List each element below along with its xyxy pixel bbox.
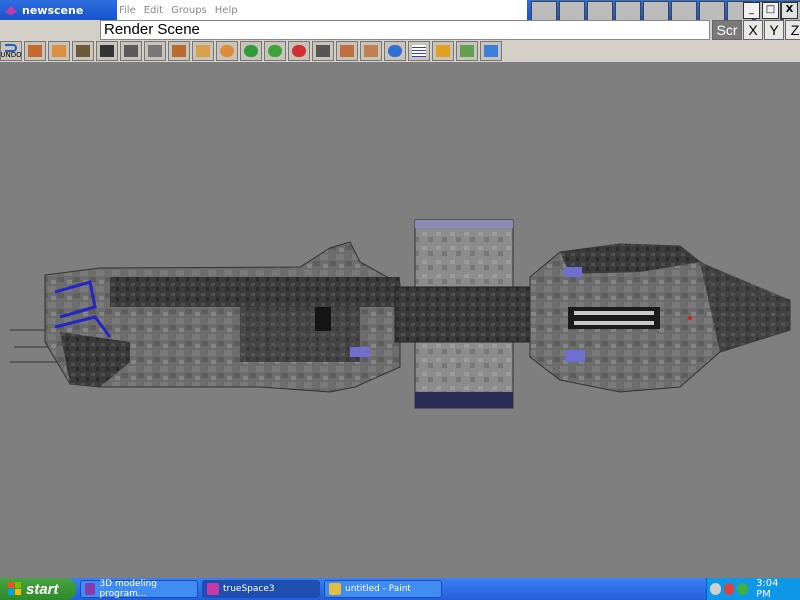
bucket-icon[interactable] [699, 1, 725, 21]
paint-tool-button[interactable] [72, 41, 94, 61]
task-truespace[interactable]: trueSpace3 [202, 580, 320, 598]
light-button[interactable] [288, 41, 310, 61]
grid-icon [412, 45, 426, 57]
windows-logo-icon [8, 582, 21, 595]
texture-map-icon [460, 45, 474, 57]
brush-icon [364, 45, 378, 57]
material-sphere-icon [244, 45, 258, 57]
view-buttons: Scr X Y Z [712, 20, 800, 40]
light-icon [292, 45, 306, 57]
curve-icon[interactable] [615, 1, 641, 21]
path-button[interactable] [312, 41, 334, 61]
3d-viewport[interactable] [0, 62, 800, 578]
sphere-icon [220, 45, 234, 57]
primitive-cube-icon [52, 45, 66, 57]
texture-map-button[interactable] [456, 41, 478, 61]
grid-button[interactable] [408, 41, 430, 61]
star-burst-button[interactable] [432, 41, 454, 61]
3d-render-icon [484, 45, 498, 57]
vehicle-preset-icon[interactable] [531, 1, 557, 21]
menu-edit[interactable]: Edit [144, 5, 163, 16]
main-toolbar: UNDO [0, 40, 800, 63]
paint-tool-icon [76, 45, 90, 57]
undo-label: UNDO [0, 50, 22, 59]
task-label: 3D modeling program... [99, 579, 157, 599]
primitive-cube-button[interactable] [48, 41, 70, 61]
morph-icon [268, 45, 282, 57]
browser-icon [85, 583, 96, 595]
task-label: trueSpace3 [223, 584, 275, 594]
object-tool-button[interactable] [24, 41, 46, 61]
update-icon[interactable] [737, 583, 749, 595]
paint-icon [329, 583, 341, 595]
system-tray: 3:04 PM [706, 578, 800, 600]
close-button[interactable]: X [781, 2, 798, 19]
grid-preset-icon[interactable] [671, 1, 697, 21]
up-level-button[interactable] [144, 41, 166, 61]
scene-name-field[interactable]: Render Scene [100, 20, 710, 40]
minimize-button[interactable]: _ [743, 2, 760, 19]
color-balls-button[interactable] [384, 41, 406, 61]
pointer-arrow-button[interactable] [96, 41, 118, 61]
window-controls: _ □ X [741, 2, 798, 19]
security-icon[interactable] [723, 583, 735, 595]
spaceship-model [10, 219, 791, 409]
restore-button[interactable]: □ [762, 2, 779, 19]
material-sphere-button[interactable] [240, 41, 262, 61]
pencil-icon [340, 45, 354, 57]
menu-groups[interactable]: Groups [171, 5, 207, 16]
start-label: start [26, 580, 59, 598]
rotate-icon [124, 45, 138, 57]
wedge-button[interactable] [192, 41, 214, 61]
up-level-icon [148, 45, 162, 57]
sphere-button[interactable] [216, 41, 238, 61]
clock: 3:04 PM [756, 578, 779, 600]
view-y-button[interactable]: Y [764, 20, 784, 40]
3d-render-button[interactable] [480, 41, 502, 61]
menu-file[interactable]: File [119, 5, 136, 16]
star-burst-icon [436, 45, 450, 57]
object-tool-icon [28, 45, 42, 57]
color-balls-icon [388, 45, 402, 57]
plane-icon[interactable] [643, 1, 669, 21]
app-icon [5, 6, 17, 15]
brush-button[interactable] [360, 41, 382, 61]
box-icon [172, 45, 186, 57]
wedge-icon [196, 45, 210, 57]
view-z-button[interactable]: Z [785, 20, 800, 40]
rotate-button[interactable] [120, 41, 142, 61]
path-icon [316, 45, 330, 57]
task-3d-modeling[interactable]: 3D modeling program... [80, 579, 198, 599]
menu-help[interactable]: Help [215, 5, 238, 16]
view-x-button[interactable]: X [743, 20, 763, 40]
undo-button[interactable]: UNDO [0, 41, 22, 61]
window-title: newscene [22, 3, 84, 17]
scene-row: Render Scene Scr X Y Z [0, 20, 800, 40]
panel-icon[interactable] [587, 1, 613, 21]
task-label: untitled - Paint [345, 584, 411, 594]
taskbar: start 3D modeling program... trueSpace3 … [0, 578, 800, 600]
task-paint[interactable]: untitled - Paint [324, 580, 442, 598]
pointer-arrow-icon [100, 45, 114, 57]
truespace-icon [207, 583, 219, 595]
view-screen-button[interactable]: Scr [712, 20, 742, 40]
box-button[interactable] [168, 41, 190, 61]
morph-button[interactable] [264, 41, 286, 61]
pencil-button[interactable] [336, 41, 358, 61]
network-icon[interactable] [710, 583, 721, 595]
scene-selector[interactable] [0, 20, 101, 40]
wave-icon[interactable] [559, 1, 585, 21]
start-button[interactable]: start [0, 578, 76, 600]
menu-bar: File Edit Groups Help [117, 0, 527, 20]
